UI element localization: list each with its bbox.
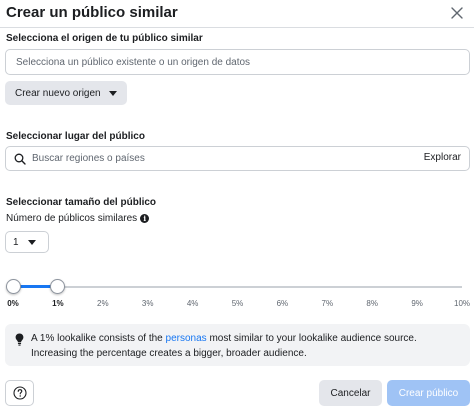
slider-tick-label: 5%: [231, 299, 244, 308]
explore-button[interactable]: Explorar: [424, 152, 461, 163]
info-text-before: A 1% lookalike consists of the: [31, 333, 166, 344]
dialog-title: Crear un público similar: [6, 4, 178, 21]
source-section-label: Selecciona el origen de tu público simil…: [6, 33, 203, 44]
slider-tick-label: 1%: [52, 299, 64, 308]
slider-track[interactable]: [13, 286, 462, 288]
slider-tick-label: 4%: [186, 299, 199, 308]
slider-tick-label: 3%: [141, 299, 154, 308]
search-icon: [14, 153, 26, 165]
slider-handle-end[interactable]: [50, 279, 66, 294]
count-label: Número de públicos similares: [6, 213, 138, 224]
caret-down-icon: [108, 90, 117, 96]
help-icon: [12, 386, 27, 400]
slider-tick-label: 8%: [366, 299, 378, 308]
location-search-input[interactable]: [32, 148, 392, 169]
header-divider: [0, 27, 474, 28]
size-section-label: Seleccionar tamaño del público: [6, 197, 157, 208]
create-new-origin-button[interactable]: Crear nuevo origen: [5, 81, 127, 105]
caret-down-icon: [27, 239, 36, 245]
source-input[interactable]: [5, 49, 470, 75]
slider-tick-label: 0%: [7, 299, 19, 308]
location-section-label: Seleccionar lugar del público: [6, 131, 145, 142]
slider-tick-label: 6%: [276, 299, 289, 308]
cancel-button[interactable]: Cancelar: [319, 380, 382, 406]
create-audience-button[interactable]: Crear público: [387, 380, 470, 406]
close-icon[interactable]: [448, 4, 466, 22]
info-icon[interactable]: i: [140, 214, 150, 223]
slider-tick-label: 2%: [97, 299, 109, 308]
slider-tick-label: 10%: [453, 299, 471, 308]
audience-count-select[interactable]: 1: [5, 231, 49, 253]
help-button[interactable]: [5, 380, 34, 406]
lightbulb-icon: [15, 333, 24, 346]
lookalike-info-box: A 1% lookalike consists of the personas …: [5, 324, 470, 366]
count-label-row: Número de públicos similares i: [6, 213, 150, 224]
slider-tick-label: 7%: [321, 299, 334, 308]
location-search-box: Explorar: [5, 146, 470, 171]
slider-handle-start[interactable]: [5, 279, 21, 294]
slider-tick-label: 9%: [411, 299, 423, 308]
create-new-origin-label: Crear nuevo origen: [15, 87, 101, 99]
lookalike-info-text: A 1% lookalike consists of the personas …: [31, 331, 461, 361]
count-value: 1: [13, 236, 19, 248]
personas-link[interactable]: personas: [166, 333, 207, 344]
